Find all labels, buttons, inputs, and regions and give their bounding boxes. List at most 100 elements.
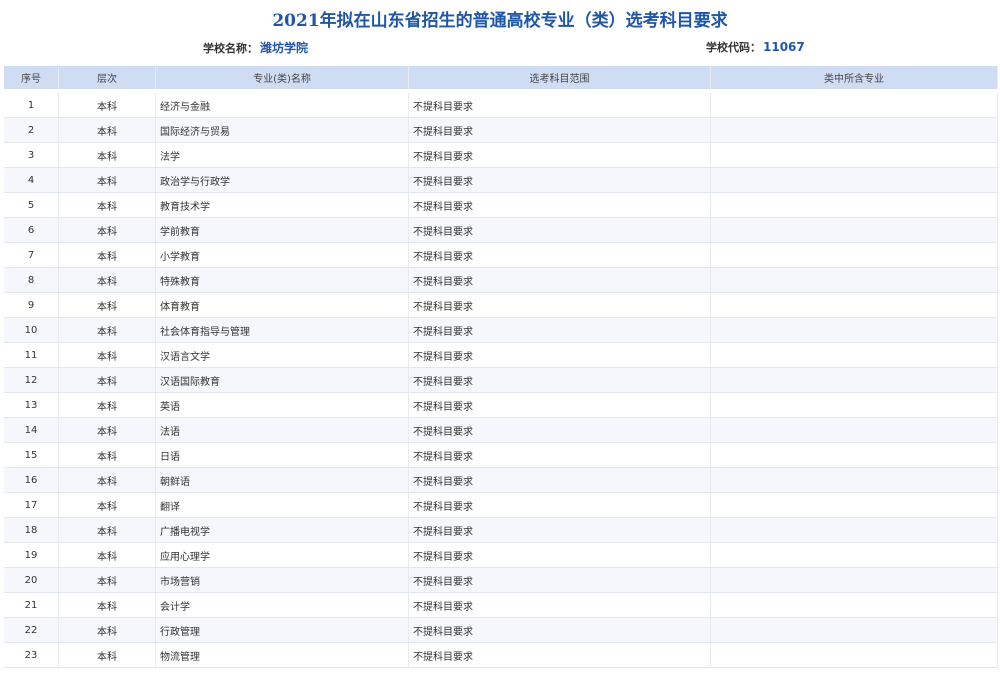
- table-row: 17 本科 翻译 不提科目要求: [4, 492, 998, 518]
- table-row: 16 本科 朝鲜语 不提科目要求: [4, 467, 998, 493]
- table-row: 10 本科 社会体育指导与管理 不提科目要求: [4, 317, 998, 343]
- cell-subject-range: 不提科目要求: [408, 442, 711, 468]
- cell-level: 本科: [58, 492, 156, 518]
- cell-level: 本科: [58, 617, 156, 643]
- cell-level: 本科: [58, 542, 156, 568]
- cell-seq: 2: [4, 117, 59, 143]
- cell-level: 本科: [58, 192, 156, 218]
- cell-major-name: 日语: [155, 442, 409, 468]
- subject-requirements-table-container: 序号 层次 专业(类)名称 选考科目范围 类中所含专业 1 本科 经济与金融 不提科目…: [4, 66, 998, 678]
- header-level: 层次: [58, 66, 156, 89]
- cell-seq: 13: [4, 392, 59, 418]
- table-row: 22 本科 行政管理 不提科目要求: [4, 617, 998, 643]
- cell-included-majors: [710, 442, 998, 468]
- cell-included-majors: [710, 392, 998, 418]
- cell-major-name: 广播电视学: [155, 517, 409, 543]
- cell-seq: 16: [4, 467, 59, 493]
- cell-major-name: 国际经济与贸易: [155, 117, 409, 143]
- cell-subject-range: 不提科目要求: [408, 242, 711, 268]
- cell-major-name: 应用心理学: [155, 542, 409, 568]
- cell-level: 本科: [58, 392, 156, 418]
- page-title: 2021年拟在山东省招生的普通高校专业（类）选考科目要求: [272, 11, 728, 31]
- cell-included-majors: [710, 192, 998, 218]
- table-row: 5 本科 教育技术学 不提科目要求: [4, 192, 998, 218]
- cell-included-majors: [710, 517, 998, 543]
- cell-included-majors: [710, 242, 998, 268]
- cell-major-name: 学前教育: [155, 217, 409, 243]
- table-row: 21 本科 会计学 不提科目要求: [4, 592, 998, 618]
- cell-seq: 20: [4, 567, 59, 593]
- cell-level: 本科: [58, 467, 156, 493]
- header-subject-range: 选考科目范围: [408, 66, 711, 89]
- table-row: 18 本科 广播电视学 不提科目要求: [4, 517, 998, 543]
- cell-included-majors: [710, 142, 998, 168]
- cell-subject-range: 不提科目要求: [408, 142, 711, 168]
- cell-major-name: 市场营销: [155, 567, 409, 593]
- table-row: 9 本科 体育教育 不提科目要求: [4, 292, 998, 318]
- cell-major-name: 汉语言文学: [155, 342, 409, 368]
- cell-subject-range: 不提科目要求: [408, 492, 711, 518]
- cell-major-name: 行政管理: [155, 617, 409, 643]
- cell-subject-range: 不提科目要求: [408, 317, 711, 343]
- cell-subject-range: 不提科目要求: [408, 342, 711, 368]
- table-row: 20 本科 市场营销 不提科目要求: [4, 567, 998, 593]
- cell-major-name: 体育教育: [155, 292, 409, 318]
- cell-seq: 21: [4, 592, 59, 618]
- cell-level: 本科: [58, 442, 156, 468]
- cell-subject-range: 不提科目要求: [408, 117, 711, 143]
- table-row: 6 本科 学前教育 不提科目要求: [4, 217, 998, 243]
- table-row: 7 本科 小学教育 不提科目要求: [4, 242, 998, 268]
- cell-seq: 3: [4, 142, 59, 168]
- cell-included-majors: [710, 292, 998, 318]
- cell-included-majors: [710, 342, 998, 368]
- cell-included-majors: [710, 317, 998, 343]
- cell-seq: 9: [4, 292, 59, 318]
- cell-major-name: 英语: [155, 392, 409, 418]
- cell-subject-range: 不提科目要求: [408, 217, 711, 243]
- cell-major-name: 法学: [155, 142, 409, 168]
- cell-subject-range: 不提科目要求: [408, 292, 711, 318]
- cell-subject-range: 不提科目要求: [408, 567, 711, 593]
- cell-level: 本科: [58, 167, 156, 193]
- cell-seq: 6: [4, 217, 59, 243]
- school-code-info: 学校代码： 11067: [706, 39, 805, 55]
- table-row: 23 本科 物流管理 不提科目要求: [4, 642, 998, 668]
- cell-subject-range: 不提科目要求: [408, 192, 711, 218]
- cell-level: 本科: [58, 217, 156, 243]
- cell-subject-range: 不提科目要求: [408, 617, 711, 643]
- cell-level: 本科: [58, 242, 156, 268]
- cell-level: 本科: [58, 567, 156, 593]
- cell-included-majors: [710, 617, 998, 643]
- cell-level: 本科: [58, 517, 156, 543]
- cell-subject-range: 不提科目要求: [408, 367, 711, 393]
- table-row: 1 本科 经济与金融 不提科目要求: [4, 93, 998, 118]
- school-code-label: 学校代码：: [706, 41, 761, 54]
- table-row: 15 本科 日语 不提科目要求: [4, 442, 998, 468]
- school-code-value: 11067: [763, 40, 805, 54]
- cell-included-majors: [710, 367, 998, 393]
- cell-seq: 22: [4, 617, 59, 643]
- cell-major-name: 社会体育指导与管理: [155, 317, 409, 343]
- table-row: 3 本科 法学 不提科目要求: [4, 142, 998, 168]
- table-row: 12 本科 汉语国际教育 不提科目要求: [4, 367, 998, 393]
- cell-included-majors: [710, 567, 998, 593]
- cell-seq: 11: [4, 342, 59, 368]
- cell-level: 本科: [58, 317, 156, 343]
- cell-subject-range: 不提科目要求: [408, 417, 711, 443]
- cell-included-majors: [710, 93, 998, 118]
- cell-level: 本科: [58, 93, 156, 118]
- school-name-info: 学校名称： 潍坊学院: [203, 39, 308, 56]
- cell-subject-range: 不提科目要求: [408, 167, 711, 193]
- table-row: 13 本科 英语 不提科目要求: [4, 392, 998, 418]
- cell-included-majors: [710, 267, 998, 293]
- cell-seq: 14: [4, 417, 59, 443]
- header-major-name: 专业(类)名称: [155, 66, 409, 89]
- cell-subject-range: 不提科目要求: [408, 642, 711, 668]
- table-row: 11 本科 汉语言文学 不提科目要求: [4, 342, 998, 368]
- cell-major-name: 经济与金融: [155, 93, 409, 118]
- cell-seq: 1: [4, 93, 59, 118]
- cell-included-majors: [710, 542, 998, 568]
- table-row: 19 本科 应用心理学 不提科目要求: [4, 542, 998, 568]
- cell-included-majors: [710, 417, 998, 443]
- cell-subject-range: 不提科目要求: [408, 592, 711, 618]
